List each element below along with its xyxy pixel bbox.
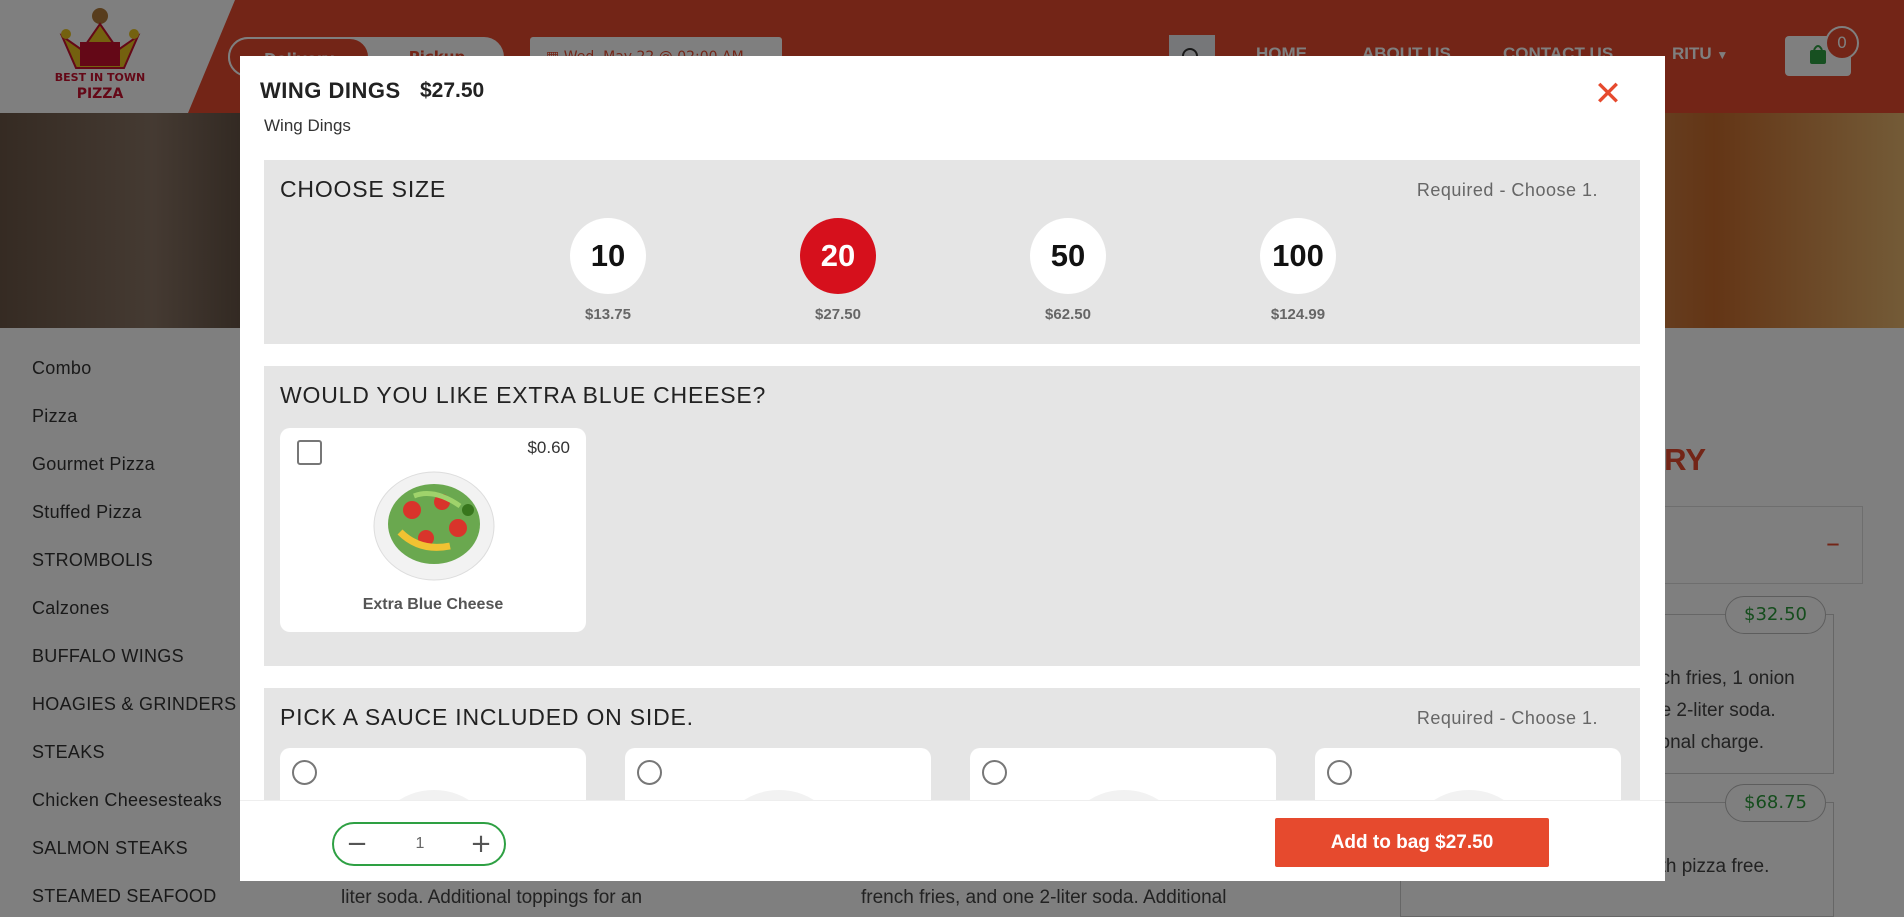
quantity-input[interactable] — [390, 832, 450, 856]
addon-name: Extra Blue Cheese — [362, 596, 504, 613]
sauce-option-card[interactable] — [625, 748, 931, 800]
addon-card-extra-blue-cheese[interactable]: $0.60 Extra Blue Cheese — [280, 428, 586, 632]
item-title: WING DINGS — [260, 78, 401, 103]
size-price: $62.50 — [1045, 306, 1091, 323]
sauce-section-title: PICK A SAUCE INCLUDED ON SIDE. — [280, 704, 694, 730]
extra-cheese-section-title: WOULD YOU LIKE EXTRA BLUE CHEESE? — [280, 382, 767, 408]
size-section: CHOOSE SIZE Required - Choose 1. 10 $13.… — [264, 160, 1640, 344]
salad-image — [1434, 790, 1504, 800]
salad-image — [399, 790, 469, 800]
item-price: $27.50 — [420, 79, 485, 102]
addon-price: $0.60 — [527, 438, 570, 457]
sauce-section: PICK A SAUCE INCLUDED ON SIDE. Required … — [264, 688, 1640, 800]
salad-image — [744, 790, 814, 800]
item-subtitle: Wing Dings — [264, 116, 351, 135]
size-circle[interactable]: 50 — [1030, 218, 1106, 294]
salad-image — [373, 471, 495, 581]
size-option-20[interactable]: 20 $27.50 — [800, 218, 876, 323]
size-price: $27.50 — [815, 306, 861, 323]
sauce-option-card[interactable] — [280, 748, 586, 800]
addon-checkbox[interactable] — [297, 440, 322, 465]
size-price: $13.75 — [585, 306, 631, 323]
sauce-radio[interactable] — [1327, 760, 1352, 785]
size-circle[interactable]: 10 — [570, 218, 646, 294]
extra-cheese-section: WOULD YOU LIKE EXTRA BLUE CHEESE? $0.60 … — [264, 366, 1640, 666]
salad-image — [1089, 790, 1159, 800]
size-option-50[interactable]: 50 $62.50 — [1030, 218, 1106, 323]
item-options-modal: WING DINGS $27.50 Wing Dings ✕ CHOOSE SI… — [240, 56, 1665, 881]
sauce-radio[interactable] — [292, 760, 317, 785]
modal-footer: − + Add to bag $27.50 — [240, 800, 1665, 881]
size-circle[interactable]: 100 — [1260, 218, 1336, 294]
size-circle-selected[interactable]: 20 — [800, 218, 876, 294]
quantity-stepper: − + — [332, 822, 506, 866]
sauce-requirement: Required - Choose 1. — [1416, 708, 1598, 728]
size-option-10[interactable]: 10 $13.75 — [570, 218, 646, 323]
sauce-radio[interactable] — [637, 760, 662, 785]
sauce-option-card[interactable] — [1315, 748, 1621, 800]
sauce-option-card[interactable] — [970, 748, 1276, 800]
size-requirement: Required - Choose 1. — [1416, 180, 1598, 200]
sauce-radio[interactable] — [982, 760, 1007, 785]
size-section-title: CHOOSE SIZE — [280, 176, 446, 202]
minus-icon[interactable]: − — [342, 829, 372, 859]
size-price: $124.99 — [1270, 306, 1326, 323]
size-option-100[interactable]: 100 $124.99 — [1260, 218, 1336, 323]
plus-icon[interactable]: + — [466, 829, 496, 859]
close-icon[interactable]: ✕ — [1593, 76, 1623, 112]
add-to-bag-button[interactable]: Add to bag $27.50 — [1275, 818, 1549, 867]
